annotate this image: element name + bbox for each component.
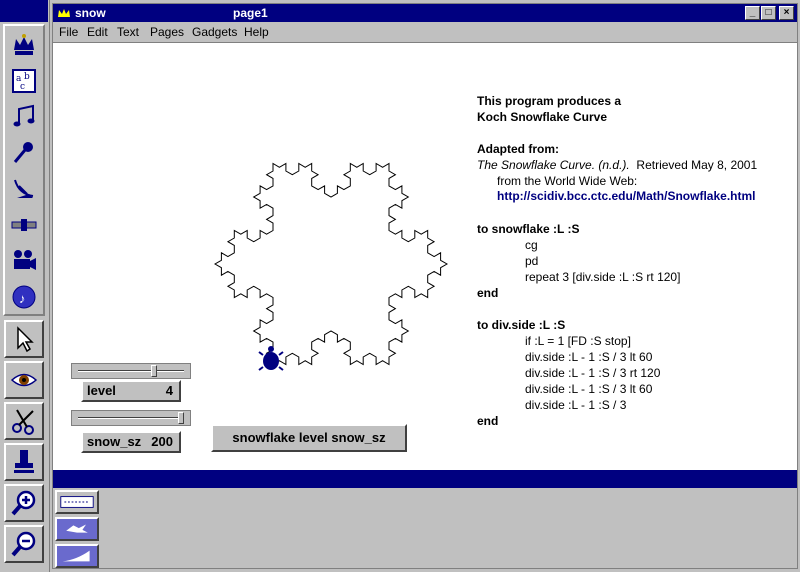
intro-line-2: Koch Snowflake Curve <box>477 110 608 124</box>
app-title: snow <box>75 6 106 20</box>
satellite-dish-icon[interactable] <box>4 170 44 208</box>
menu-help[interactable]: Help <box>244 25 269 39</box>
maximize-button[interactable]: □ <box>761 6 776 20</box>
slider-tool-icon[interactable] <box>4 206 44 244</box>
proc2-header: to div.side :L :S <box>477 318 566 332</box>
proc1-line-3: repeat 3 [div.side :L :S rt 120] <box>525 270 681 284</box>
proc1-line-1: cg <box>525 238 538 252</box>
minimize-button[interactable]: _ <box>745 6 760 20</box>
snow-sz-slider[interactable] <box>71 410 191 426</box>
svg-text:♪: ♪ <box>19 291 26 306</box>
adapted-heading: Adapted from: <box>477 142 559 156</box>
pages-bar <box>53 470 797 488</box>
level-slider[interactable] <box>71 363 191 379</box>
zoom-out-icon[interactable] <box>4 525 44 563</box>
page-canvas[interactable]: This program produces a Koch Snowflake C… <box>53 42 797 470</box>
citation-title: The Snowflake Curve. (n.d.). <box>477 158 630 172</box>
bird-thumb-icon <box>66 524 88 533</box>
title-bar: snow page1 _ □ × <box>53 4 797 22</box>
level-readout: level 4 <box>81 380 181 402</box>
proc2-end: end <box>477 414 499 428</box>
intro-line-1: This program produces a <box>477 94 622 108</box>
page-thumbnails-panel <box>53 488 797 568</box>
text-tool-icon[interactable]: abc <box>4 62 44 100</box>
crown-icon[interactable] <box>4 26 44 64</box>
thumbnail-page-1[interactable] <box>55 490 99 514</box>
palette-titlebar <box>0 0 48 22</box>
menu-edit[interactable]: Edit <box>87 25 108 39</box>
page-thumb-icon <box>60 496 94 508</box>
music-disc-icon[interactable]: ♪ <box>4 278 44 316</box>
proc2-line-2: div.side :L - 1 :S / 3 lt 60 <box>525 350 653 364</box>
citation-retrieved: Retrieved May 8, 2001 <box>636 158 758 172</box>
page-title: page1 <box>233 6 268 20</box>
level-label: level <box>87 383 116 398</box>
zoom-in-icon[interactable] <box>4 484 44 522</box>
scissors-icon[interactable] <box>4 402 44 440</box>
menu-file[interactable]: File <box>59 25 78 39</box>
menu-bar: File Edit Text Pages Gadgets Help <box>53 22 797 42</box>
proc1-header: to snowflake :L :S <box>477 222 580 236</box>
snow-sz-readout: snow_sz 200 <box>81 431 181 453</box>
movie-camera-icon[interactable] <box>4 242 44 280</box>
snow-sz-slider-thumb[interactable] <box>178 412 184 424</box>
snow-sz-value: 200 <box>151 434 173 449</box>
proc2-line-3: div.side :L - 1 :S / 3 rt 120 <box>525 366 661 380</box>
ramp-thumb-icon <box>62 550 90 562</box>
level-value: 4 <box>165 383 173 398</box>
citation-from: from the World Wide Web: <box>497 174 638 188</box>
eye-icon[interactable] <box>4 361 44 399</box>
main-window: snow page1 _ □ × File Edit Text Pages Ga… <box>52 3 798 569</box>
menu-pages[interactable]: Pages <box>150 25 184 39</box>
turtle-icon <box>258 346 284 371</box>
thumbnail-page-2[interactable] <box>55 517 99 541</box>
proc1-line-2: pd <box>525 254 539 268</box>
menu-gadgets[interactable]: Gadgets <box>192 25 237 39</box>
snow-sz-slider-groove <box>78 417 184 419</box>
citation-url-link[interactable]: http://scidiv.bcc.ctc.edu/Math/Snowflake… <box>497 189 755 203</box>
tool-palette: abc ♪ <box>0 0 50 572</box>
koch-curve <box>214 162 448 366</box>
proc1-end: end <box>477 286 499 300</box>
proc2-line-1: if :L = 1 [FD :S stop] <box>525 334 631 348</box>
snow-sz-label: snow_sz <box>87 434 142 449</box>
thumbnail-page-3[interactable] <box>55 544 99 568</box>
snowflake-command-button[interactable]: snowflake level snow_sz <box>211 424 407 452</box>
koch-snowflake-drawing <box>214 162 448 371</box>
proc2-line-5: div.side :L - 1 :S / 3 <box>525 398 627 412</box>
arrow-pointer-icon[interactable] <box>4 320 44 358</box>
svg-text:b: b <box>24 72 30 82</box>
music-note-icon[interactable] <box>4 98 44 136</box>
citation-line: The Snowflake Curve. (n.d.). Retrieved M… <box>477 158 757 172</box>
close-button[interactable]: × <box>779 6 794 20</box>
microphone-icon[interactable] <box>4 134 44 172</box>
menu-text[interactable]: Text <box>117 25 139 39</box>
stamp-icon[interactable] <box>4 443 44 481</box>
level-slider-groove <box>78 370 184 372</box>
app-crown-icon <box>58 9 70 17</box>
proc2-line-4: div.side :L - 1 :S / 3 lt 60 <box>525 382 653 396</box>
level-slider-thumb[interactable] <box>150 365 157 377</box>
svg-text:c: c <box>20 82 25 92</box>
